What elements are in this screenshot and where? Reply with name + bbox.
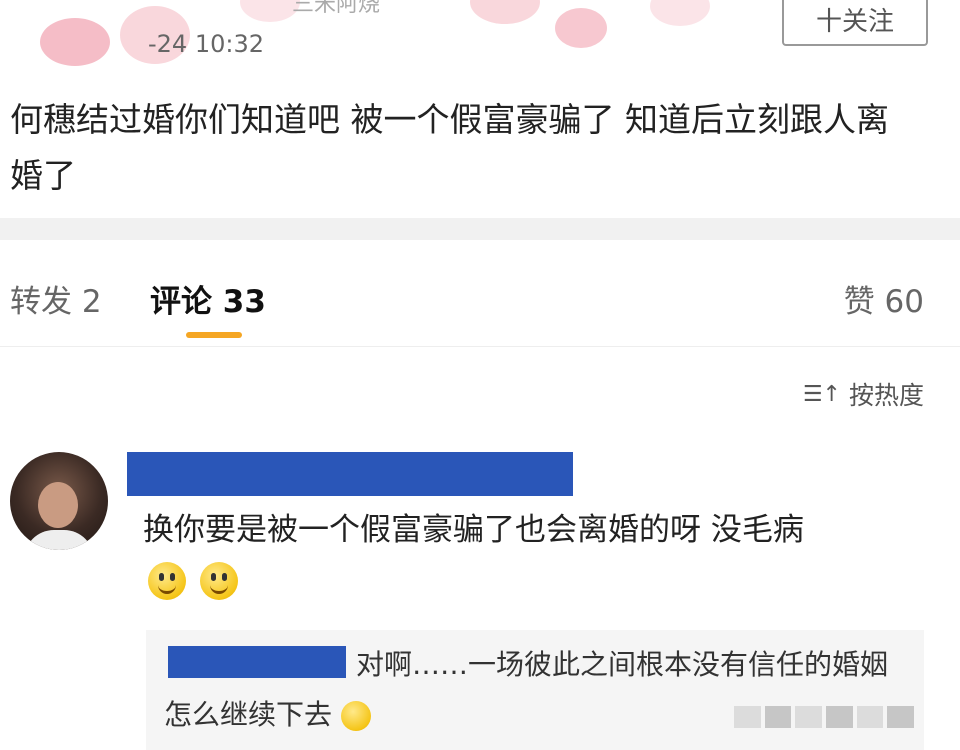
sort-icon: ☰↑	[802, 381, 841, 407]
decorative-heart-bubble	[240, 0, 300, 22]
commenter-avatar[interactable]	[10, 452, 108, 550]
comment-text: 换你要是被一个假富豪骗了也会离婚的呀 没毛病	[143, 512, 804, 548]
decorative-heart-bubble	[470, 0, 540, 24]
sort-by-hot-button[interactable]: ☰↑ 按热度	[803, 376, 924, 412]
reply-preview[interactable]: 对啊……一场彼此之间根本没有信任的婚姻 怎么继续下去	[146, 630, 924, 750]
grin-emoji-icon	[340, 701, 371, 731]
smile-emoji-icon	[148, 562, 186, 600]
avatar-collar	[24, 530, 94, 550]
section-divider	[0, 218, 960, 240]
post-header: 三米阿烧 -24 10:32 十关注	[0, 0, 960, 80]
tab-repost[interactable]: 转发 2	[10, 276, 102, 321]
tab-likes[interactable]: 赞 60	[844, 276, 924, 321]
active-tab-indicator	[186, 332, 242, 338]
smile-emoji-icon	[200, 562, 238, 600]
follow-button[interactable]: 十关注	[782, 0, 928, 46]
post-body-text: 何穗结过婚你们知道吧 被一个假富豪骗了 知道后立刻跟人离婚了	[10, 100, 889, 195]
decorative-heart-bubble	[650, 0, 710, 26]
commenter-username-redacted	[127, 452, 573, 496]
decorative-heart-bubble	[40, 18, 110, 66]
tabs-divider	[0, 346, 960, 347]
reply-meta-blurred	[734, 706, 915, 728]
avatar-face	[38, 482, 78, 528]
post-timestamp: -24 10:32	[148, 30, 264, 58]
sort-label: 按热度	[848, 381, 924, 410]
tab-comments[interactable]: 评论 33	[150, 276, 266, 321]
post-author-name[interactable]: 三米阿烧	[292, 0, 380, 18]
decorative-heart-bubble	[555, 8, 607, 48]
